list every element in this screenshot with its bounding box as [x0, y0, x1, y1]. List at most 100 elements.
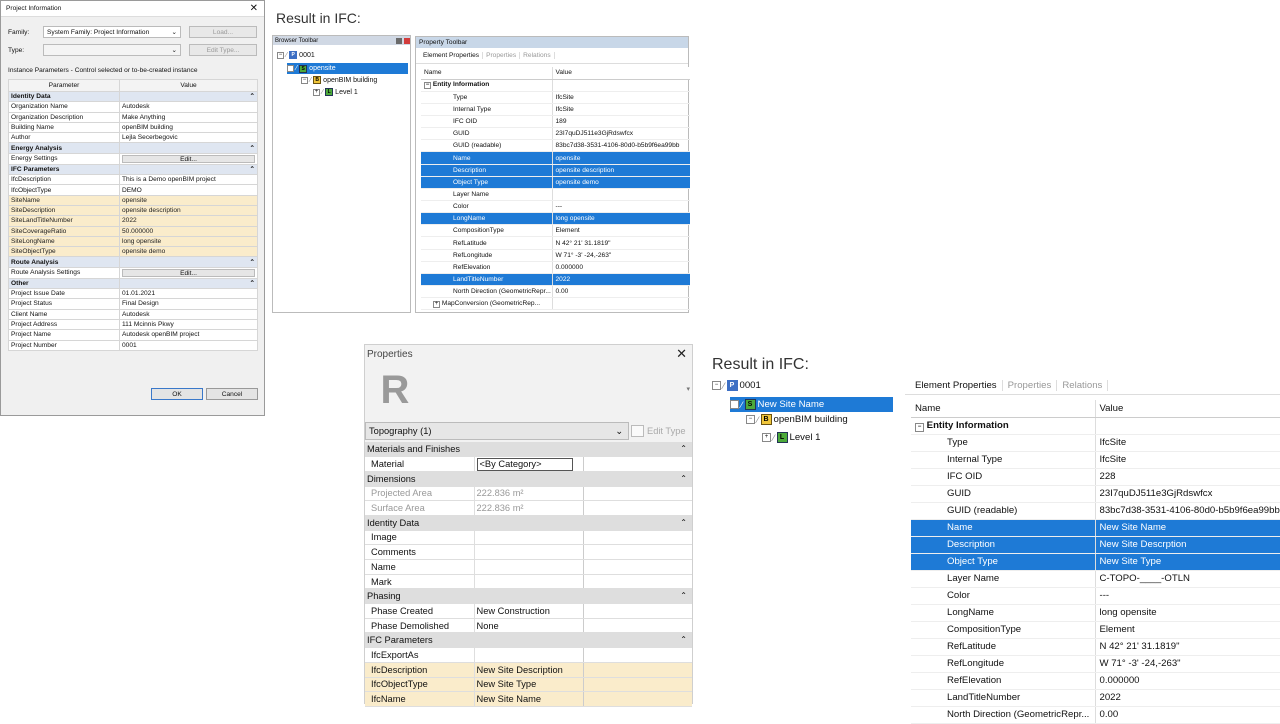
visibility-icon[interactable]: ⁄ [773, 433, 775, 443]
parameter-value[interactable]: Edit... [119, 152, 258, 165]
type-selector[interactable]: Topography (1) ⌄ [365, 422, 629, 440]
parameter-value[interactable]: Autodesk [119, 308, 258, 320]
property-value[interactable]: None [474, 618, 583, 634]
parameter-value[interactable]: 01.01.2021 [119, 288, 258, 300]
scrollbar-track[interactable] [582, 647, 692, 663]
group-header[interactable]: Phasing ⌃ [365, 588, 692, 605]
collapse-icon[interactable]: ⌃ [680, 474, 687, 483]
expand-icon[interactable]: + [313, 88, 320, 96]
tree-node-project[interactable]: − ⁄ P 0001 [277, 51, 315, 59]
table-row[interactable]: Organization Name Autodesk [8, 101, 258, 113]
property-row[interactable]: Type IfcSite [911, 434, 1280, 452]
collapse-icon[interactable]: − [287, 65, 294, 72]
parameter-value[interactable]: opensite description [119, 204, 258, 217]
property-value[interactable] [474, 647, 583, 663]
group-header-row[interactable]: IFC Parameters ⌃ [8, 163, 258, 176]
collapse-icon[interactable]: − [277, 51, 284, 59]
pin-icon[interactable] [396, 37, 402, 44]
tab-properties[interactable]: Properties [1003, 380, 1058, 391]
collapse-icon[interactable]: ⌃ [249, 144, 255, 152]
close-icon[interactable] [404, 37, 410, 44]
property-value[interactable] [474, 530, 583, 546]
property-row[interactable]: Color --- [421, 200, 690, 214]
visibility-icon[interactable]: ⁄ [741, 400, 743, 410]
table-row[interactable]: SiteDescription opensite description [8, 204, 258, 217]
tab-element-properties[interactable]: Element Properties [910, 380, 1003, 391]
group-header[interactable]: Dimensions ⌃ [365, 471, 692, 487]
property-row[interactable]: CompositionType Element [421, 224, 690, 238]
scrollbar-track[interactable] [582, 574, 692, 590]
edit-type-button[interactable]: Edit Type [631, 422, 691, 440]
collapse-icon[interactable]: − [915, 422, 924, 432]
group-header-row[interactable]: Energy Analysis ⌃ [8, 142, 258, 154]
table-row[interactable]: Building Name openBIM building [8, 121, 258, 134]
tree-node-site[interactable]: − ⁄ S New Site Name [730, 397, 893, 412]
group-header-row[interactable]: Identity Data ⌃ [365, 515, 692, 531]
scrollbar-track[interactable] [582, 486, 692, 502]
group-header-row[interactable]: IFC Parameters ⌃ [365, 632, 692, 649]
property-row[interactable]: Projected Area 222.836 m² [365, 486, 692, 502]
visibility-icon[interactable]: ⁄ [723, 381, 725, 391]
collapse-icon[interactable]: ⌃ [680, 444, 687, 453]
group-header-row[interactable]: Other ⌃ [8, 277, 258, 290]
parameter-value[interactable]: 50.000000 [119, 225, 258, 237]
tab-relations[interactable]: Relations [1057, 380, 1109, 391]
property-row[interactable]: RefElevation 0.000000 [911, 672, 1280, 690]
entity-section[interactable]: − Entity Information [421, 79, 553, 92]
scrollbar-track[interactable] [582, 603, 692, 619]
property-row[interactable]: Description opensite description [421, 164, 690, 177]
parameter-value[interactable]: opensite [119, 194, 258, 206]
table-row[interactable]: SiteObjectType opensite demo [8, 246, 258, 258]
property-row[interactable]: CompositionType Element [911, 621, 1280, 639]
property-row[interactable]: RefLatitude N 42° 21' 31.1819" [911, 638, 1280, 656]
scrollbar-track[interactable] [582, 456, 692, 472]
property-row[interactable]: LongName long opensite [911, 604, 1280, 622]
tab-properties[interactable]: Properties [483, 52, 521, 59]
visibility-icon[interactable]: ⁄ [310, 77, 311, 84]
property-row[interactable]: IfcExportAs [365, 647, 692, 663]
visibility-icon[interactable]: ⁄ [322, 89, 323, 96]
property-row[interactable]: GUID (readable) 83bc7d38-3531-4106-80d0-b… [911, 502, 1280, 520]
parameter-value[interactable]: Autodesk [119, 101, 258, 113]
table-row[interactable]: IfcObjectType DEMO [8, 184, 258, 196]
expand-icon[interactable]: + [433, 300, 440, 308]
parameter-value[interactable]: 2022 [119, 215, 258, 227]
edit-type-button[interactable]: Edit Type... [189, 44, 257, 56]
parameter-value[interactable]: Final Design [119, 298, 258, 310]
property-row[interactable]: LongName long opensite [421, 212, 690, 226]
property-row[interactable]: Internal Type IfcSite [421, 103, 690, 117]
property-value[interactable] [474, 559, 583, 575]
collapse-icon[interactable]: ⌃ [680, 635, 687, 644]
tree-node-level[interactable]: + ⁄ L Level 1 [313, 88, 358, 96]
scrollbar-track[interactable] [582, 559, 692, 575]
table-row[interactable]: IfcDescription This is a Demo openBIM pro… [8, 174, 258, 186]
property-row[interactable]: Type IfcSite [421, 91, 690, 104]
property-row[interactable]: Surface Area 222.836 m² [365, 500, 692, 516]
table-row[interactable]: Project Name Autodesk openBIM project [8, 329, 258, 341]
scrollbar-track[interactable] [582, 500, 692, 516]
property-row[interactable]: Comments [365, 544, 692, 560]
property-row[interactable]: Name opensite [421, 151, 690, 165]
property-row[interactable]: IFC OID 189 [421, 115, 690, 129]
property-row[interactable]: LandTitleNumber 2022 [421, 273, 690, 287]
table-row[interactable]: Author Lejla Secerbegovic [8, 132, 258, 144]
close-icon[interactable]: ✕ [676, 346, 687, 362]
entity-section[interactable]: − Entity Information [911, 417, 1096, 435]
property-row[interactable]: Phase Created New Construction [365, 603, 692, 619]
family-select[interactable]: System Family: Project Information ⌄ [43, 26, 181, 38]
collapse-icon[interactable]: ⌃ [680, 518, 687, 527]
property-row[interactable]: IfcObjectType New Site Type [365, 677, 692, 693]
property-row[interactable]: Mark [365, 574, 692, 590]
property-row[interactable]: IfcName New Site Name [365, 691, 692, 707]
group-header[interactable]: Materials and Finishes ⌃ [365, 442, 692, 458]
table-row[interactable]: Project Number 0001 [8, 339, 258, 351]
visibility-icon[interactable]: ⁄ [296, 65, 297, 72]
collapse-icon[interactable]: − [712, 381, 721, 390]
scrollbar-track[interactable] [582, 691, 692, 707]
table-row[interactable]: SiteLandTitleNumber 2022 [8, 215, 258, 227]
table-row[interactable]: SiteLongName long opensite [8, 235, 258, 248]
collapse-icon[interactable]: ⌃ [249, 165, 255, 173]
tree-node-building[interactable]: − ⁄ B openBIM building [301, 76, 377, 84]
group-header[interactable]: Identity Data ⌃ [365, 515, 692, 531]
collapse-icon[interactable]: ⌃ [680, 591, 687, 600]
